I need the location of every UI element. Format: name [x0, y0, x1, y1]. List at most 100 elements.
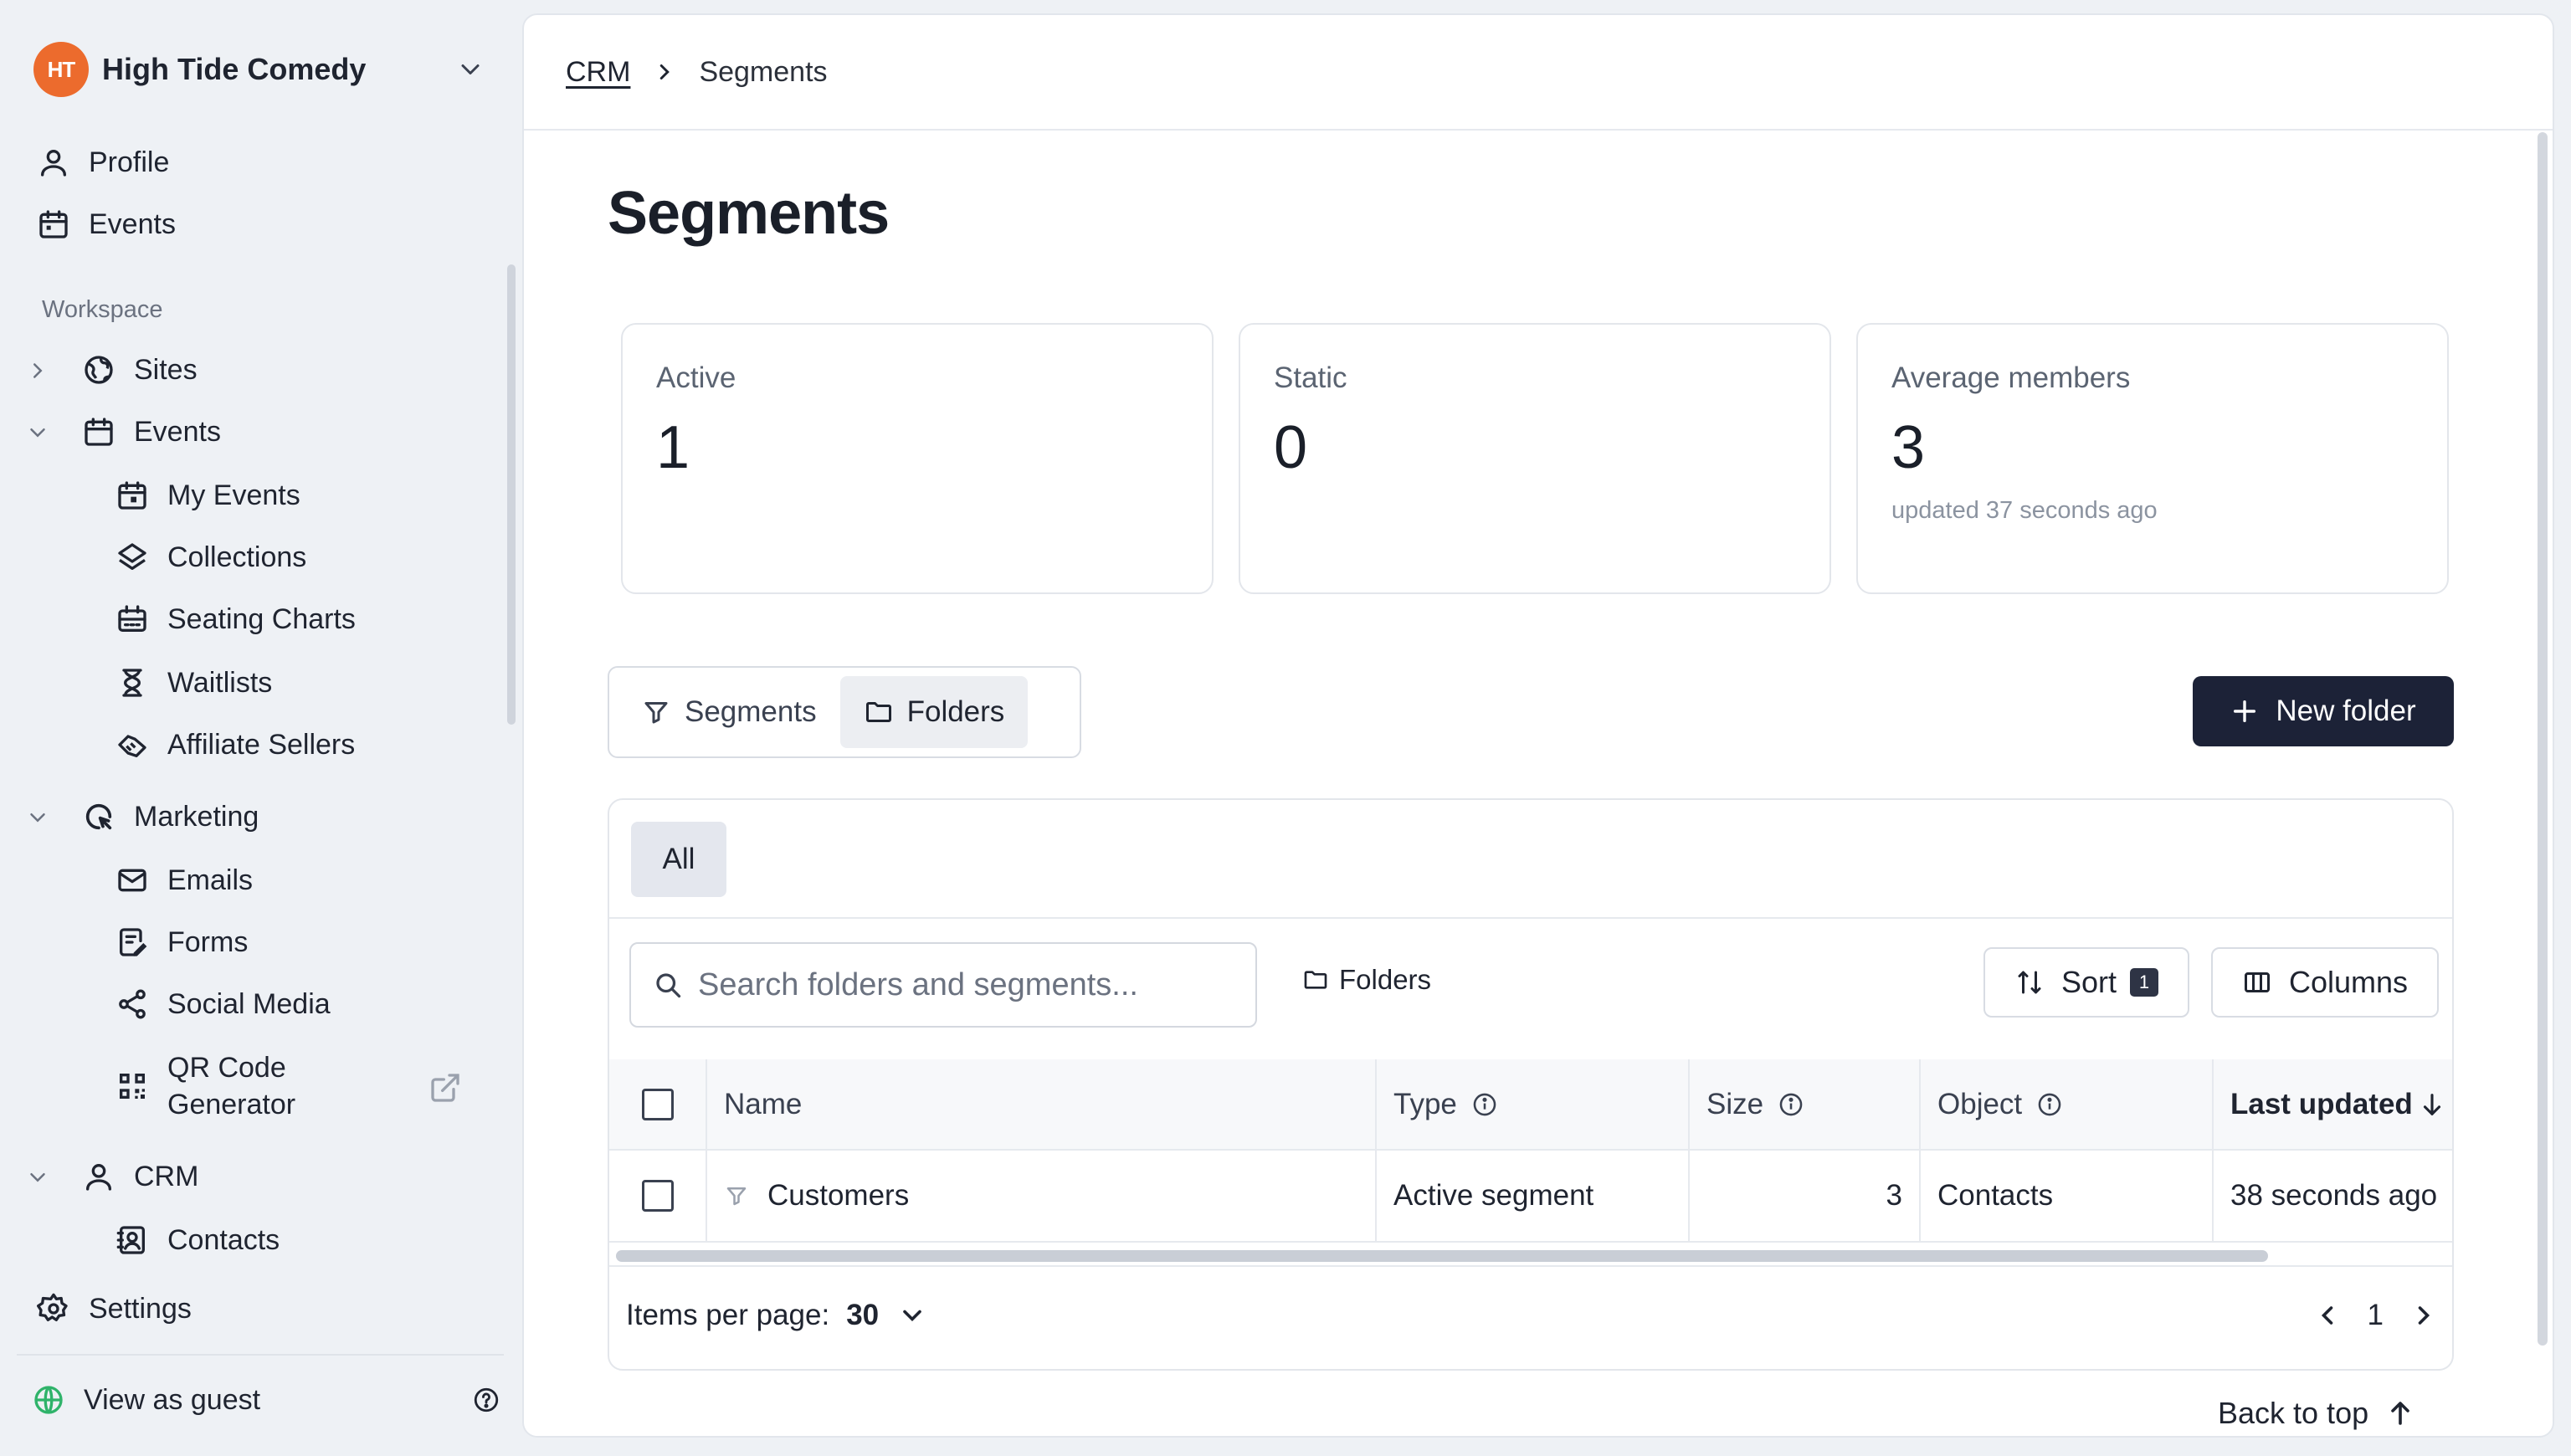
folders-view-button[interactable]: Folders: [839, 676, 1029, 748]
chevron-right-icon: [660, 64, 670, 79]
sidebar-item-label: Events: [89, 208, 176, 240]
user-icon: [41, 150, 67, 177]
plus-icon: [2234, 700, 2256, 723]
sidebar-item-emails[interactable]: Emails: [115, 864, 253, 897]
breadcrumb-link-crm[interactable]: CRM: [566, 56, 630, 89]
info-icon[interactable]: [1777, 1090, 1805, 1119]
segments-table: Name Type Size Object Last updated Custo…: [609, 1059, 2452, 1243]
select-all-checkbox[interactable]: [641, 1088, 674, 1120]
sidebar-item-label: Sites: [134, 353, 198, 386]
name-cell[interactable]: Customers: [706, 1150, 1377, 1243]
new-folder-button[interactable]: New folder: [2193, 676, 2454, 746]
sidebar-item-profile[interactable]: Profile: [37, 146, 169, 179]
stat-value: 3: [1891, 414, 1926, 481]
handshake-icon: [118, 735, 146, 757]
sidebar-item-label: Collections: [167, 541, 307, 573]
sidebar-item-settings[interactable]: Settings: [37, 1292, 192, 1325]
column-header-type[interactable]: Type: [1376, 1059, 1690, 1151]
row-checkbox[interactable]: [641, 1180, 674, 1212]
size-cell: 3: [1689, 1150, 1921, 1243]
workspace-section-label: Workspace: [42, 296, 163, 323]
tab-all[interactable]: All: [631, 822, 726, 897]
table-row[interactable]: Customers Active segment 3 Contacts 38 s…: [609, 1150, 2452, 1243]
folders-filter[interactable]: Folders: [1302, 964, 1431, 996]
chevron-down-icon: [461, 64, 480, 74]
sidebar-item-label: Social Media: [167, 987, 331, 1020]
sidebar-item-affiliate-sellers[interactable]: Affiliate Sellers: [115, 728, 355, 761]
arrow-down-icon: [2423, 1093, 2440, 1115]
sidebar-item-social-media[interactable]: Social Media: [115, 987, 331, 1021]
columns-button[interactable]: Columns: [2211, 947, 2439, 1018]
column-header-last-updated[interactable]: Last updated: [2213, 1059, 2452, 1151]
folder-icon: [865, 702, 891, 722]
contacts-icon: [116, 1226, 145, 1254]
sidebar-item-sites[interactable]: Sites: [82, 353, 198, 387]
search-icon: [656, 973, 681, 998]
search-field[interactable]: [629, 942, 1257, 1028]
stat-card-average-members: Average members 3 updated 37 seconds ago: [1856, 323, 2449, 594]
search-input[interactable]: [698, 966, 1242, 1003]
column-header-name[interactable]: Name: [706, 1059, 1377, 1151]
chevron-down-icon[interactable]: [25, 805, 50, 830]
items-per-page-value[interactable]: 30: [846, 1299, 879, 1332]
breadcrumb: CRM Segments: [524, 15, 2553, 131]
info-icon[interactable]: [2035, 1090, 2064, 1119]
sidebar-item-label: Marketing: [134, 800, 259, 833]
sidebar-item-label: Emails: [167, 864, 254, 896]
table-scroll-thumb[interactable]: [616, 1250, 2268, 1262]
help-icon[interactable]: [472, 1386, 500, 1414]
sidebar-item-forms[interactable]: Forms: [115, 925, 248, 959]
sidebar-item-crm[interactable]: CRM: [82, 1160, 198, 1193]
sidebar-item-seating-charts[interactable]: Seating Charts: [115, 602, 356, 636]
previous-page-icon[interactable]: [2312, 1300, 2343, 1330]
user-icon: [86, 1164, 111, 1191]
org-logo: HT: [33, 42, 89, 97]
table-tabs: All: [609, 800, 2452, 919]
chevron-down-icon[interactable]: [25, 420, 50, 445]
view-as-guest-label: View as guest: [84, 1383, 261, 1416]
sidebar-item-label: Seating Charts: [167, 602, 356, 635]
qr-label-line2: Generator: [167, 1089, 296, 1120]
sort-button[interactable]: Sort 1: [1983, 947, 2189, 1018]
eye-globe-icon: [34, 1386, 63, 1414]
sidebar-item-my-events[interactable]: My Events: [115, 479, 300, 512]
sidebar-item-qr-code-generator[interactable]: QR Code Generator: [115, 1049, 295, 1123]
sidebar-item-label: My Events: [167, 479, 300, 511]
segments-view-button[interactable]: Segments: [618, 676, 840, 748]
type-cell: Active segment: [1376, 1150, 1690, 1243]
org-name: High Tide Comedy: [102, 52, 367, 86]
form-icon: [120, 928, 147, 956]
filter-icon: [644, 702, 668, 724]
sidebar-item-contacts[interactable]: Contacts: [115, 1223, 280, 1257]
stat-updated-text: updated 37 seconds ago: [1891, 497, 2158, 524]
stat-card-active: Active 1: [621, 323, 1214, 594]
folder-icon: [1304, 971, 1327, 989]
segment-name: Customers: [767, 1179, 910, 1212]
view-as-guest-link[interactable]: View as guest: [32, 1379, 500, 1421]
org-switcher[interactable]: HT High Tide Comedy: [33, 42, 485, 97]
column-header-size[interactable]: Size: [1689, 1059, 1921, 1151]
sidebar-item-events-top[interactable]: Events: [37, 208, 176, 241]
info-icon[interactable]: [1470, 1090, 1499, 1119]
stat-card-static: Static 0: [1239, 323, 1831, 594]
sidebar-item-collections[interactable]: Collections: [115, 541, 306, 574]
column-header-label: Object: [1937, 1087, 2023, 1120]
sidebar-item-events[interactable]: Events: [82, 415, 221, 449]
sidebar-item-label: Contacts: [167, 1223, 280, 1256]
segments-table-card: All Folders Sort 1 Columns: [608, 798, 2454, 1371]
chevron-right-icon[interactable]: [25, 358, 50, 383]
chevron-down-icon[interactable]: [25, 1165, 50, 1190]
chevron-down-icon[interactable]: [897, 1300, 927, 1330]
sidebar-item-label: Events: [134, 415, 221, 448]
sort-count-badge: 1: [2130, 968, 2159, 997]
column-header-object[interactable]: Object: [1920, 1059, 2214, 1151]
main-panel: CRM Segments Segments Active 1 Static 0 …: [522, 13, 2554, 1438]
back-to-top-link[interactable]: Back to top: [2218, 1396, 2415, 1431]
next-page-icon[interactable]: [2409, 1300, 2439, 1330]
table-horizontal-scrollbar[interactable]: [609, 1243, 2452, 1267]
sidebar-item-waitlists[interactable]: Waitlists: [115, 666, 272, 700]
sidebar-item-marketing[interactable]: Marketing: [82, 800, 259, 833]
external-link-icon[interactable]: [428, 1071, 462, 1105]
main-scrollbar[interactable]: [2538, 132, 2548, 1346]
sidebar-scrollbar[interactable]: [507, 264, 516, 725]
